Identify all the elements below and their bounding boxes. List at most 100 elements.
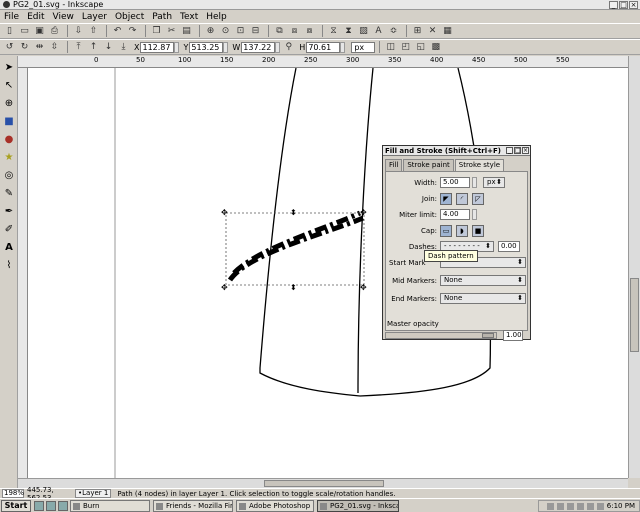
lock-icon[interactable]: ⚲ bbox=[282, 41, 295, 54]
text-font-icon[interactable]: A bbox=[372, 25, 385, 38]
zoom-tool-icon[interactable]: ⊕ bbox=[2, 96, 16, 110]
dialog-maximize-button[interactable]: □ bbox=[514, 147, 521, 154]
scale-handle-se[interactable]: ✥ bbox=[360, 283, 367, 292]
dash-offset-input[interactable]: 0.00 bbox=[498, 241, 520, 252]
horizontal-scrollbar[interactable] bbox=[18, 478, 628, 488]
menu-text[interactable]: Text bbox=[180, 12, 198, 22]
tray-icon[interactable] bbox=[586, 502, 594, 510]
round-cap-button[interactable]: ◗ bbox=[456, 225, 468, 237]
x-spinner[interactable] bbox=[174, 41, 180, 53]
y-spinner[interactable] bbox=[223, 41, 229, 53]
menu-edit[interactable]: Edit bbox=[27, 12, 44, 22]
vertical-scrollbar[interactable] bbox=[628, 56, 640, 478]
zoom-page-icon[interactable]: ⊡ bbox=[234, 25, 247, 38]
task-firefox[interactable]: Friends - Mozilla Firefox bbox=[153, 499, 233, 512]
lower-icon[interactable]: ↓ bbox=[102, 41, 115, 54]
scale-stroke-icon[interactable]: ◫ bbox=[384, 41, 397, 54]
task-inkscape[interactable]: PG2_01.svg - Inkscape bbox=[317, 499, 399, 512]
width-input[interactable]: 5.00 bbox=[440, 177, 470, 188]
tab-fill[interactable]: Fill bbox=[385, 159, 403, 171]
h-spinner[interactable] bbox=[340, 41, 346, 53]
end-marker-select[interactable]: None bbox=[440, 293, 526, 304]
preferences-icon[interactable]: ✕ bbox=[426, 25, 439, 38]
task-photoshop[interactable]: Adobe Photoshop bbox=[236, 499, 314, 512]
maximize-button[interactable]: □ bbox=[619, 1, 628, 9]
close-button[interactable]: × bbox=[629, 1, 638, 9]
export-icon[interactable]: ⇧ bbox=[87, 25, 100, 38]
copy-icon[interactable]: ❐ bbox=[150, 25, 163, 38]
scale-handle-s[interactable]: ⬍ bbox=[290, 283, 297, 292]
raise-icon[interactable]: ↑ bbox=[87, 41, 100, 54]
zoom-drawing-icon[interactable]: ⊙ bbox=[219, 25, 232, 38]
w-input[interactable]: 137.22 bbox=[241, 41, 276, 53]
rotate-cw-icon[interactable]: ↻ bbox=[18, 41, 31, 54]
opacity-slider[interactable] bbox=[385, 332, 497, 339]
zoom-selection-icon[interactable]: ⊕ bbox=[204, 25, 217, 38]
pen-tool-icon[interactable]: ✒ bbox=[2, 204, 16, 218]
save-icon[interactable]: ▣ bbox=[33, 25, 46, 38]
w-spinner[interactable] bbox=[275, 41, 281, 53]
scale-handle-sw[interactable]: ✥ bbox=[221, 283, 228, 292]
menu-layer[interactable]: Layer bbox=[82, 12, 107, 22]
menu-path[interactable]: Path bbox=[152, 12, 172, 22]
rotate-ccw-icon[interactable]: ↺ bbox=[3, 41, 16, 54]
miter-input[interactable]: 4.00 bbox=[440, 209, 470, 220]
ellipse-tool-icon[interactable]: ● bbox=[2, 132, 16, 146]
flip-horizontal-icon[interactable]: ⇹ bbox=[33, 41, 46, 54]
tray-icon[interactable] bbox=[566, 502, 574, 510]
align-icon[interactable]: ⊞ bbox=[411, 25, 424, 38]
mid-marker-select[interactable]: None bbox=[440, 275, 526, 286]
tray-icon[interactable] bbox=[576, 502, 584, 510]
square-cap-button[interactable]: ■ bbox=[472, 225, 484, 237]
zoom-field[interactable]: 198% bbox=[2, 489, 24, 498]
drawing-canvas[interactable]: ✥ ⬍ ✥ ✥ ⬍ ✥ bbox=[28, 68, 628, 478]
quicklaunch-icon[interactable] bbox=[58, 500, 68, 511]
tray-icon[interactable] bbox=[556, 502, 564, 510]
selector-tool-icon[interactable]: ➤ bbox=[2, 60, 16, 74]
lower-to-bottom-icon[interactable]: ⤓ bbox=[117, 41, 130, 54]
pencil-tool-icon[interactable]: ✎ bbox=[2, 186, 16, 200]
menu-help[interactable]: Help bbox=[206, 12, 227, 22]
scale-handle-n[interactable]: ⬍ bbox=[290, 208, 297, 217]
open-folder-icon[interactable]: ▭ bbox=[18, 25, 31, 38]
quicklaunch-icon[interactable] bbox=[34, 500, 44, 511]
spiral-tool-icon[interactable]: ◎ bbox=[2, 168, 16, 182]
selected-dashed-path[interactable] bbox=[227, 215, 364, 282]
unlink-clone-icon[interactable]: ⧇ bbox=[303, 25, 316, 38]
clone-icon[interactable]: ⧈ bbox=[288, 25, 301, 38]
paste-icon[interactable]: ▤ bbox=[180, 25, 193, 38]
menu-object[interactable]: Object bbox=[115, 12, 144, 22]
tab-stroke-paint[interactable]: Stroke paint bbox=[403, 159, 454, 171]
duplicate-icon[interactable]: ⧉ bbox=[273, 25, 286, 38]
transform-pattern-icon[interactable]: ▩ bbox=[429, 41, 442, 54]
y-input[interactable]: 513.25 bbox=[189, 41, 224, 53]
dialog-close-button[interactable]: × bbox=[522, 147, 529, 154]
undo-icon[interactable]: ↶ bbox=[111, 25, 124, 38]
fill-stroke-icon[interactable]: ▨ bbox=[357, 25, 370, 38]
print-icon[interactable]: ⎙ bbox=[48, 25, 61, 38]
menu-view[interactable]: View bbox=[53, 12, 74, 22]
miter-join-button[interactable]: ◤ bbox=[440, 193, 452, 205]
document-properties-icon[interactable]: ▦ bbox=[441, 25, 454, 38]
text-tool-icon[interactable]: A bbox=[2, 240, 16, 254]
dropper-tool-icon[interactable]: ⌇ bbox=[2, 258, 16, 272]
new-document-icon[interactable]: ▯ bbox=[3, 25, 16, 38]
h-input[interactable]: 70.61 bbox=[306, 41, 341, 53]
minimize-button[interactable]: _ bbox=[609, 1, 618, 9]
unit-select[interactable]: px bbox=[351, 41, 376, 53]
round-join-button[interactable]: ◜ bbox=[456, 193, 468, 205]
cut-icon[interactable]: ✂ bbox=[165, 25, 178, 38]
dialog-minimize-button[interactable]: _ bbox=[506, 147, 513, 154]
ungroup-icon[interactable]: ⧗ bbox=[342, 25, 355, 38]
bevel-join-button[interactable]: ◸ bbox=[472, 193, 484, 205]
layer-select[interactable]: •Layer 1 bbox=[75, 489, 112, 498]
width-spinner[interactable] bbox=[472, 177, 477, 188]
start-button[interactable]: Start bbox=[1, 499, 31, 512]
butt-cap-button[interactable]: ▭ bbox=[440, 225, 452, 237]
width-unit-select[interactable]: px bbox=[483, 177, 505, 188]
node-tool-icon[interactable]: ↖ bbox=[2, 78, 16, 92]
vertical-scroll-thumb[interactable] bbox=[630, 278, 639, 352]
opacity-input[interactable]: 1.00 bbox=[503, 330, 523, 341]
scale-corners-icon[interactable]: ◰ bbox=[399, 41, 412, 54]
rectangle-tool-icon[interactable]: ■ bbox=[2, 114, 16, 128]
